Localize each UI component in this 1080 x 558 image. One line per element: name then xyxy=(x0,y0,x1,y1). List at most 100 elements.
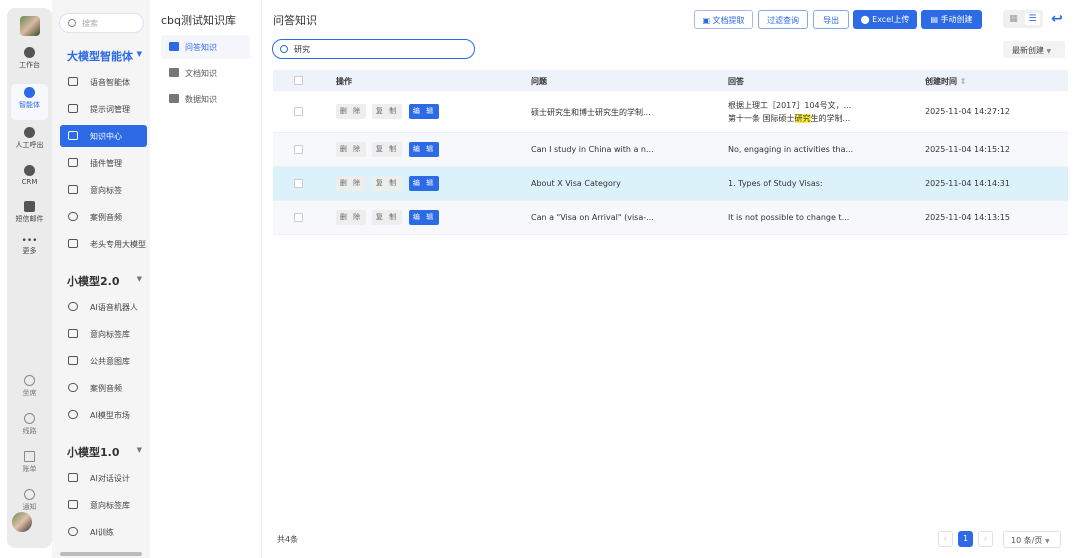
question-cell: About X Visa Category xyxy=(531,179,621,188)
sidebar-item[interactable]: AI训练 xyxy=(60,521,147,543)
sidebar-scrollbar[interactable] xyxy=(60,552,142,556)
rail-item-more[interactable]: ••• 更多 xyxy=(11,236,48,272)
table-row[interactable]: 删 除 复 制 编 辑 About X Visa Category 1. Typ… xyxy=(273,167,1068,201)
copy-button[interactable]: 复 制 xyxy=(372,210,402,225)
user-avatar[interactable] xyxy=(12,512,32,532)
sidebar-item[interactable]: 意向标签库 xyxy=(60,323,147,345)
kb-item-qa[interactable]: 问答知识 xyxy=(161,35,250,59)
row-checkbox[interactable] xyxy=(294,179,303,188)
row-checkbox[interactable] xyxy=(294,145,303,154)
voice-agent-icon xyxy=(68,77,78,86)
delete-button[interactable]: 删 除 xyxy=(336,142,366,157)
select-all-checkbox[interactable] xyxy=(294,76,303,85)
answer-cell: It is not possible to change t... xyxy=(728,213,850,222)
kb-item-doc[interactable]: 文档知识 xyxy=(161,61,250,85)
search-icon xyxy=(68,19,76,27)
next-page-button[interactable]: › xyxy=(978,531,993,547)
sidebar-item[interactable]: 案例音频 xyxy=(60,377,147,399)
sidebar-item[interactable]: AI语音机器人 xyxy=(60,296,147,318)
question-icon xyxy=(169,42,179,51)
table-row[interactable]: 删 除 复 制 编 辑 Can a "Visa on Arrival" (vis… xyxy=(273,201,1068,235)
book-icon xyxy=(68,131,78,140)
manual-create-button[interactable]: ▤ 手动创建 xyxy=(921,10,982,29)
doc-extract-button[interactable]: ▣ 文档提取 xyxy=(694,10,753,29)
message-icon xyxy=(24,201,35,212)
chat-icon xyxy=(68,527,78,536)
list-view-icon[interactable]: ☰ xyxy=(1025,13,1040,25)
copy-button[interactable]: 复 制 xyxy=(372,176,402,191)
view-toggle: ▦ ☰ xyxy=(1003,10,1043,28)
model-icon xyxy=(68,239,78,248)
edit-button[interactable]: 编 辑 xyxy=(409,104,439,119)
copy-button[interactable]: 复 制 xyxy=(372,104,402,119)
avatar[interactable] xyxy=(19,16,40,36)
question-cell: 硕士研究生和博士研究生的学制... xyxy=(531,108,651,117)
col-created-time[interactable]: 创建时间 ⇕ xyxy=(925,76,967,87)
sidebar-item[interactable]: 意向标签 xyxy=(60,179,147,201)
page-size-select[interactable]: 10 条/页 ▼ xyxy=(1003,531,1061,548)
rail-item-agent[interactable]: 智能体 xyxy=(11,84,48,120)
chat-icon xyxy=(68,410,78,419)
bill-icon xyxy=(24,451,35,462)
rail-item-line[interactable]: 线路 xyxy=(11,410,48,446)
edit-button[interactable]: 编 辑 xyxy=(409,176,439,191)
group-large-model[interactable]: 大模型智能体 ▼ xyxy=(67,48,142,64)
sidebar-item[interactable]: 提示词管理 xyxy=(60,98,147,120)
created-time-cell: 2025-11-04 14:13:15 xyxy=(925,213,1010,222)
sort-icon: ⇕ xyxy=(959,77,967,86)
prompt-icon xyxy=(68,104,78,113)
table-row[interactable]: 删 除 复 制 编 辑 Can I study in China with a … xyxy=(273,133,1068,167)
rail-item-outbound[interactable]: 人工呼出 xyxy=(11,124,48,160)
table-row[interactable]: 删 除 复 制 编 辑 硕士研究生和博士研究生的学制... 根据上理工［2017… xyxy=(273,91,1068,133)
col-question: 问题 xyxy=(531,77,547,86)
sidebar-item[interactable]: AI模型市场 xyxy=(60,404,147,426)
created-time-cell: 2025-11-04 14:15:12 xyxy=(925,145,1010,154)
sidebar-item[interactable]: 插件管理 xyxy=(60,152,147,174)
delete-button[interactable]: 删 除 xyxy=(336,210,366,225)
group-small-model-1[interactable]: 小模型1.0 ▼ xyxy=(67,444,142,460)
edit-button[interactable]: 编 辑 xyxy=(409,142,439,157)
rail-item-workbench[interactable]: 工作台 xyxy=(11,44,48,80)
sidebar-item[interactable]: 案例音频 xyxy=(60,206,147,228)
excel-upload-button[interactable]: ⬤ Excel上传 xyxy=(853,10,917,29)
delete-button[interactable]: 删 除 xyxy=(336,104,366,119)
sidebar-item[interactable]: 老头专用大模型 xyxy=(60,233,147,255)
phone-icon xyxy=(24,127,35,138)
page-1-button[interactable]: 1 xyxy=(958,531,973,547)
created-time-cell: 2025-11-04 14:14:31 xyxy=(925,179,1010,188)
rail-item-sms[interactable]: 短信邮件 xyxy=(11,198,48,234)
col-actions: 操作 xyxy=(336,77,352,86)
delete-button[interactable]: 删 除 xyxy=(336,176,366,191)
back-arrow-icon[interactable]: ↩ xyxy=(1046,8,1068,30)
caret-down-icon: ▼ xyxy=(136,275,142,283)
prev-page-button[interactable]: ‹ xyxy=(938,531,953,547)
sidebar-item[interactable]: AI对话设计 xyxy=(60,467,147,489)
search-input[interactable]: 研究 xyxy=(272,39,475,59)
sidebar-item[interactable]: 公共意图库 xyxy=(60,350,147,372)
export-button[interactable]: 导出 xyxy=(813,10,849,29)
main-content: 问答知识 ▣ 文档提取 过滤查询 导出 ⬤ Excel上传 ▤ 手动创建 ▦ ☰… xyxy=(262,0,1080,558)
rail-item-seat[interactable]: 坐席 xyxy=(11,372,48,408)
rail-item-bill[interactable]: 账单 xyxy=(11,448,48,484)
kb-item-data[interactable]: 数据知识 xyxy=(161,87,250,111)
rail-item-crm[interactable]: CRM xyxy=(11,162,48,198)
page-title: 问答知识 xyxy=(273,14,317,27)
caret-down-icon: ▼ xyxy=(136,50,142,58)
kb-title: cbq测试知识库 xyxy=(161,14,237,27)
row-checkbox[interactable] xyxy=(294,213,303,222)
caret-down-icon: ▼ xyxy=(1046,48,1052,55)
copy-button[interactable]: 复 制 xyxy=(372,142,402,157)
sidebar-item-knowledge[interactable]: 知识中心 xyxy=(60,125,147,147)
sort-select[interactable]: 最新创建 ▼ xyxy=(1003,41,1065,58)
grid-view-icon[interactable]: ▦ xyxy=(1006,13,1021,25)
sidebar-search[interactable]: 搜索 xyxy=(59,13,144,33)
sidebar-item[interactable]: 意向标签库 xyxy=(60,494,147,516)
plugin-icon xyxy=(68,158,78,167)
sidebar-item[interactable]: 语音智能体 xyxy=(60,71,147,93)
headset-icon xyxy=(24,375,35,386)
filter-button[interactable]: 过滤查询 xyxy=(758,10,808,29)
group-small-model-2[interactable]: 小模型2.0 ▼ xyxy=(67,273,142,289)
more-icon: ••• xyxy=(21,236,38,246)
edit-button[interactable]: 编 辑 xyxy=(409,210,439,225)
row-checkbox[interactable] xyxy=(294,107,303,116)
